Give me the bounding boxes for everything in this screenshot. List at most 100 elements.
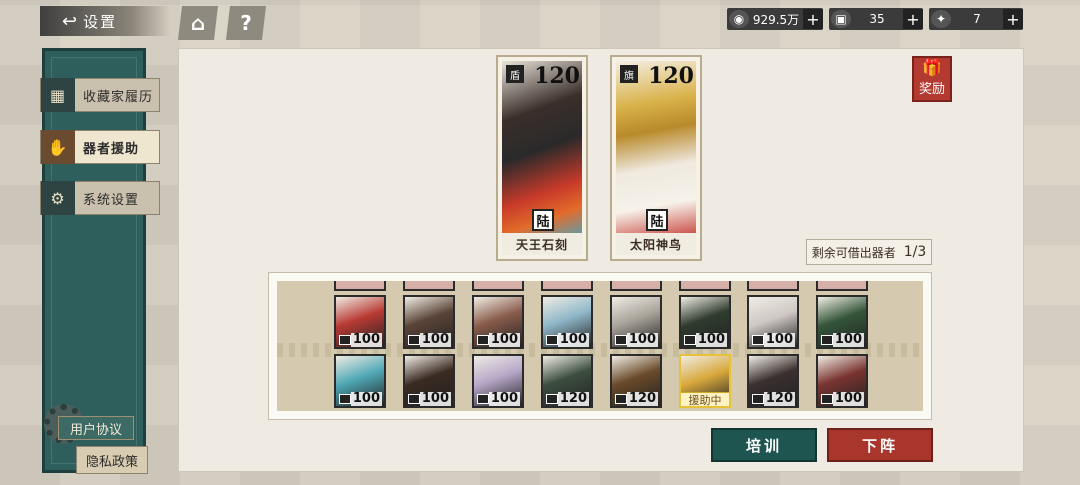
gem-resource: ✦ 7 + — [929, 8, 1023, 30]
class-badge-icon: 旗 — [620, 65, 638, 83]
character-slot[interactable]: 100 — [403, 354, 455, 408]
character-slot[interactable]: 120 — [541, 354, 593, 408]
gem-icon: ✦ — [931, 10, 951, 28]
privacy-policy-link[interactable]: 隐私政策 — [76, 446, 148, 474]
reward-button[interactable]: 🎁 奖励 — [912, 56, 952, 102]
partial-slot — [541, 281, 593, 291]
page-title: 设置 — [83, 12, 118, 31]
slot-level: 100 — [763, 332, 795, 347]
add-coin-button[interactable]: + — [803, 9, 823, 29]
card-level: 120 — [534, 63, 580, 89]
slot-level: 100 — [350, 332, 382, 347]
class-mark-icon — [684, 335, 696, 345]
slot-level: 120 — [557, 391, 589, 406]
partial-slot — [334, 281, 386, 291]
character-slot[interactable]: 120 — [610, 354, 662, 408]
partial-slot — [403, 281, 455, 291]
class-mark-icon — [477, 335, 489, 345]
sidebar-item-label: 系统设置 — [83, 192, 140, 208]
coin-value: 929.5万 — [752, 12, 800, 27]
back-button[interactable]: ↩ 设置 — [40, 6, 170, 36]
character-slot[interactable]: 120 — [747, 354, 799, 408]
character-slot[interactable]: 援助中 — [679, 354, 731, 408]
sidebar-item-label: 收藏家履历 — [83, 89, 154, 105]
character-slot[interactable]: 100 — [816, 354, 868, 408]
slot-level: 100 — [419, 332, 451, 347]
sidebar-item-collector-history[interactable]: ▦ 收藏家履历 — [40, 78, 160, 112]
partial-slot — [472, 281, 524, 291]
slot-level: 100 — [626, 332, 658, 347]
partial-slot — [679, 281, 731, 291]
home-icon: ⌂ — [190, 11, 206, 35]
character-slot[interactable]: 100 — [679, 295, 731, 349]
class-mark-icon — [752, 394, 764, 404]
add-ticket-button[interactable]: + — [903, 9, 923, 29]
character-slot[interactable]: 100 — [541, 295, 593, 349]
sidebar-item-system-settings[interactable]: ⚙ 系统设置 — [40, 181, 160, 215]
class-mark-icon — [615, 394, 627, 404]
remove-button[interactable]: 下阵 — [827, 428, 933, 462]
character-slot[interactable]: 100 — [747, 295, 799, 349]
help-icon: ? — [240, 11, 252, 35]
user-agreement-link[interactable]: 用户协议 — [58, 416, 134, 440]
remaining-label: 剩余可借出器者 — [811, 245, 896, 260]
slot-level: 100 — [488, 391, 520, 406]
selected-card-2[interactable]: 旗 120 陆 太阳神鸟 — [610, 55, 702, 261]
train-button[interactable]: 培训 — [711, 428, 817, 462]
back-arrow-icon: ↩ — [62, 10, 80, 32]
character-grid: 100 100 100 100 100 100 100 100 100 100 100 120 120 援… — [268, 272, 932, 420]
character-slot[interactable]: 100 — [816, 295, 868, 349]
add-gem-button[interactable]: + — [1003, 9, 1023, 29]
reward-label: 奖励 — [918, 82, 945, 97]
class-mark-icon — [752, 335, 764, 345]
partial-slot — [816, 281, 868, 291]
home-button[interactable]: ⌂ — [178, 6, 218, 40]
slot-level: 100 — [350, 391, 382, 406]
class-mark-icon — [821, 335, 833, 345]
class-badge-icon: 盾 — [506, 65, 524, 83]
selected-card-1[interactable]: 盾 120 陆 天王石刻 — [496, 55, 588, 261]
character-slot[interactable]: 100 — [610, 295, 662, 349]
character-grid-scroll[interactable]: 100 100 100 100 100 100 100 100 100 100 100 120 120 援… — [277, 281, 923, 411]
character-slot[interactable]: 100 — [334, 295, 386, 349]
character-slot[interactable]: 100 — [472, 295, 524, 349]
class-mark-icon — [408, 335, 420, 345]
top-bar: ↩ 设置 ⌂ ? ◉ 929.5万 + ▣ 35 + ✦ 7 + — [0, 0, 1080, 40]
slot-level: 100 — [419, 391, 451, 406]
sidebar-item-label: 器者援助 — [83, 141, 140, 157]
card-name: 天王石刻 — [502, 233, 582, 255]
remaining-value: 1/3 — [903, 244, 927, 260]
ticket-value: 35 — [869, 12, 885, 26]
character-slot[interactable]: 100 — [472, 354, 524, 408]
coin-resource: ◉ 929.5万 + — [727, 8, 823, 30]
gem-value: 7 — [973, 12, 981, 26]
slot-level: 100 — [488, 332, 520, 347]
class-mark-icon — [408, 394, 420, 404]
slot-level: 120 — [626, 391, 658, 406]
partial-slot — [747, 281, 799, 291]
class-mark-icon — [546, 335, 558, 345]
card-level: 120 — [648, 63, 694, 89]
assisting-badge: 援助中 — [681, 392, 729, 406]
handshake-icon: ✋ — [41, 130, 75, 164]
class-mark-icon — [339, 394, 351, 404]
card-seal: 陆 — [532, 209, 554, 231]
slot-level: 100 — [832, 391, 864, 406]
character-slot[interactable]: 100 — [403, 295, 455, 349]
ticket-resource: ▣ 35 + — [829, 8, 923, 30]
ticket-icon: ▣ — [831, 10, 851, 28]
card-name: 太阳神鸟 — [616, 233, 696, 255]
character-slot[interactable]: 100 — [334, 354, 386, 408]
portrait-icon: ▦ — [41, 78, 75, 112]
sidebar-item-assist[interactable]: ✋ 器者援助 — [40, 130, 160, 164]
remaining-lend-counter: 剩余可借出器者 1/3 — [806, 239, 932, 265]
slot-level: 100 — [832, 332, 864, 347]
class-mark-icon — [821, 394, 833, 404]
help-button[interactable]: ? — [226, 6, 266, 40]
slot-level: 120 — [763, 391, 795, 406]
gear-icon: ⚙ — [41, 181, 75, 215]
partial-slot — [610, 281, 662, 291]
class-mark-icon — [339, 335, 351, 345]
class-mark-icon — [477, 394, 489, 404]
card-seal: 陆 — [646, 209, 668, 231]
